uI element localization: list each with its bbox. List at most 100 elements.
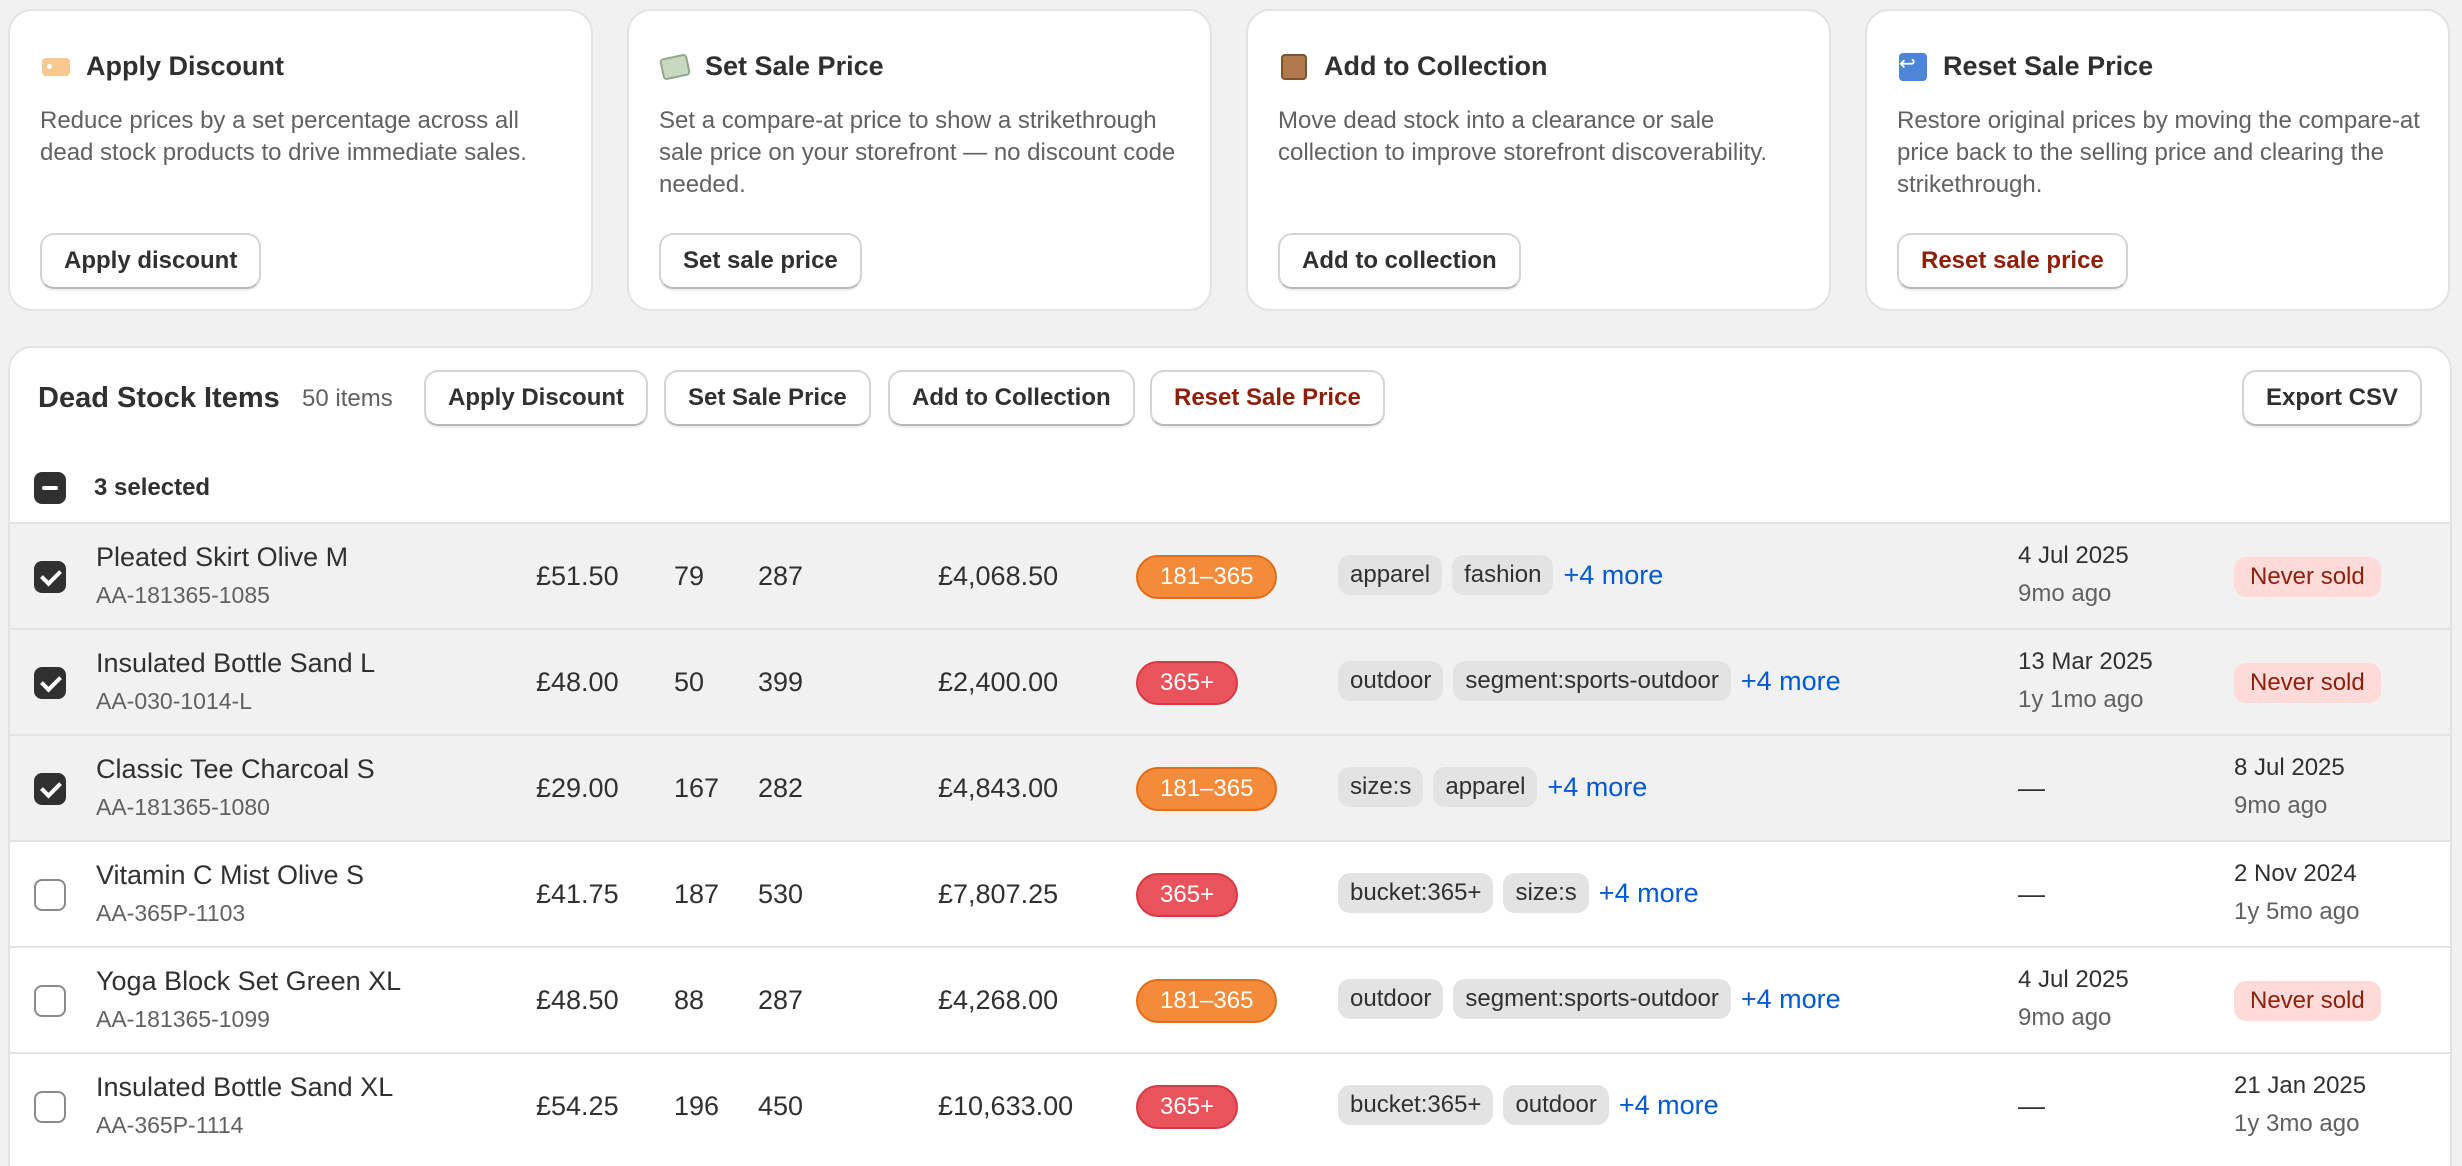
reset-sale-price-card: ↩ Reset Sale Price Restore original pric… — [1865, 9, 2450, 311]
table-row[interactable]: Insulated Bottle Sand XL AA-365P-1114 £54.… — [10, 1052, 2450, 1158]
selection-count: 3 selected — [94, 474, 211, 501]
card-header: Add to Collection — [1278, 51, 1547, 82]
price-cell: £48.00 — [536, 667, 619, 697]
product-name[interactable]: Classic Tee Charcoal S — [96, 754, 375, 785]
stock-cell: 196 — [674, 1091, 720, 1121]
tag-list: apparel fashion +4 more — [1338, 555, 1663, 595]
tag-icon — [40, 53, 72, 81]
tag-chip: outdoor — [1338, 661, 1444, 701]
age-bucket-badge: 181–365 — [1136, 979, 1278, 1023]
row-checkbox[interactable] — [34, 1091, 66, 1123]
age-bucket-badge: 365+ — [1136, 661, 1239, 705]
days-cell: 287 — [758, 985, 804, 1015]
age-bucket-badge: 181–365 — [1136, 767, 1278, 811]
set-sale-price-card: Set Sale Price Set a compare-at price to… — [627, 9, 1212, 311]
package-icon — [1278, 53, 1310, 81]
days-cell: 399 — [758, 667, 804, 697]
last-sold-cell: 2 Nov 2024 1y 5mo ago — [2234, 860, 2359, 926]
date-empty: — — [2018, 1091, 2045, 1121]
bulk-set-sale-price-button[interactable]: Set Sale Price — [664, 370, 871, 426]
more-tags-link[interactable]: +4 more — [1599, 878, 1699, 909]
never-sold-badge: Never sold — [2234, 981, 2381, 1021]
table-row[interactable]: Vitamin C Mist Olive S AA-365P-1103 £41.75… — [10, 840, 2450, 946]
dead-stock-panel: Dead Stock Items 50 items Apply Discount… — [8, 346, 2452, 1166]
stock-value-cell: £2,400.00 — [938, 667, 1059, 697]
product-sku: AA-181365-1085 — [96, 582, 270, 608]
add-to-collection-button[interactable]: Add to collection — [1278, 233, 1521, 289]
more-tags-link[interactable]: +4 more — [1741, 666, 1841, 697]
tag-chip: bucket:365+ — [1338, 1085, 1494, 1125]
product-name[interactable]: Insulated Bottle Sand L — [96, 648, 375, 679]
table-row[interactable]: Yoga Block Set Green XL AA-181365-1099 £48… — [10, 946, 2450, 1052]
price-cell: £41.75 — [536, 879, 619, 909]
tag-chip: outdoor — [1503, 1085, 1609, 1125]
row-checkbox[interactable] — [34, 879, 66, 911]
product-sku: AA-181365-1080 — [96, 794, 270, 820]
row-checkbox[interactable] — [34, 985, 66, 1017]
card-description: Reduce prices by a set percentage across… — [40, 107, 527, 166]
table-row[interactable]: Classic Tee Charcoal S AA-181365-1080 £29.… — [10, 734, 2450, 840]
last-sold-date: 21 Jan 2025 — [2234, 1072, 2367, 1099]
tag-list: outdoor segment:sports-outdoor +4 more — [1338, 979, 1841, 1019]
tag-chip: fashion — [1452, 555, 1554, 595]
days-cell: 287 — [758, 561, 804, 591]
tag-list: outdoor segment:sports-outdoor +4 more — [1338, 661, 1841, 701]
tag-chip: segment:sports-outdoor — [1453, 979, 1731, 1019]
price-cell: £29.00 — [536, 773, 619, 803]
stock-cell: 167 — [674, 773, 720, 803]
select-all-checkbox[interactable] — [34, 472, 66, 504]
date-primary: 4 Jul 2025 — [2018, 542, 2129, 569]
tag-chip: size:s — [1338, 767, 1424, 807]
last-sold-date: 8 Jul 2025 — [2234, 754, 2345, 781]
product-name[interactable]: Yoga Block Set Green XL — [96, 966, 401, 997]
apply-discount-card: Apply Discount Reduce prices by a set pe… — [8, 9, 593, 311]
date-cell: 4 Jul 2025 9mo ago — [2018, 966, 2129, 1032]
stock-cell: 88 — [674, 985, 705, 1015]
card-description: Restore original prices by moving the co… — [1897, 107, 2420, 198]
tag-list: size:s apparel +4 more — [1338, 767, 1647, 807]
never-sold-badge: Never sold — [2234, 557, 2381, 597]
more-tags-link[interactable]: +4 more — [1741, 984, 1841, 1015]
last-sold-relative: 1y 3mo ago — [2234, 1110, 2360, 1137]
action-cards: Apply Discount Reduce prices by a set pe… — [8, 9, 2450, 311]
date-primary: 4 Jul 2025 — [2018, 966, 2129, 993]
product-sku: AA-030-1014-L — [96, 688, 252, 714]
product-sku: AA-181365-1099 — [96, 1006, 270, 1032]
days-cell: 282 — [758, 773, 804, 803]
card-header: Set Sale Price — [659, 51, 884, 82]
row-checkbox[interactable] — [34, 667, 66, 699]
apply-discount-button[interactable]: Apply discount — [40, 233, 262, 289]
table-row[interactable]: Insulated Bottle Sand L AA-030-1014-L £48.… — [10, 628, 2450, 734]
stock-value-cell: £4,068.50 — [938, 561, 1059, 591]
set-sale-price-button[interactable]: Set sale price — [659, 233, 862, 289]
tag-list: bucket:365+ outdoor +4 more — [1338, 1085, 1719, 1125]
more-tags-link[interactable]: +4 more — [1563, 560, 1663, 591]
card-title: Add to Collection — [1324, 51, 1548, 81]
product-sku: AA-365P-1114 — [96, 1112, 244, 1138]
more-tags-link[interactable]: +4 more — [1547, 772, 1647, 803]
export-csv-button[interactable]: Export CSV — [2242, 370, 2423, 426]
days-cell: 530 — [758, 879, 804, 909]
product-name[interactable]: Insulated Bottle Sand XL — [96, 1072, 393, 1103]
row-checkbox[interactable] — [34, 561, 66, 593]
card-header: Apply Discount — [40, 51, 284, 82]
card-description: Move dead stock into a clearance or sale… — [1278, 107, 1768, 166]
more-tags-link[interactable]: +4 more — [1619, 1090, 1719, 1121]
date-empty: — — [2018, 879, 2045, 909]
row-checkbox[interactable] — [34, 773, 66, 805]
never-sold-badge: Never sold — [2234, 663, 2381, 703]
tag-chip: apparel — [1433, 767, 1538, 807]
table-row[interactable]: Pleated Skirt Olive M AA-181365-1085 £51.5… — [10, 522, 2450, 628]
price-cell: £48.50 — [536, 985, 619, 1015]
tag-chip: bucket:365+ — [1338, 873, 1494, 913]
date-primary: 13 Mar 2025 — [2018, 648, 2153, 675]
product-name[interactable]: Vitamin C Mist Olive S — [96, 860, 364, 891]
reset-sale-price-button[interactable]: Reset sale price — [1897, 233, 2128, 289]
bulk-apply-discount-button[interactable]: Apply Discount — [424, 370, 649, 426]
card-title: Apply Discount — [86, 51, 285, 81]
product-name[interactable]: Pleated Skirt Olive M — [96, 542, 348, 573]
item-count: 50 items — [302, 385, 393, 412]
last-sold-relative: 1y 5mo ago — [2234, 898, 2360, 925]
bulk-reset-sale-price-button[interactable]: Reset Sale Price — [1150, 370, 1385, 426]
bulk-add-to-collection-button[interactable]: Add to Collection — [888, 370, 1135, 426]
